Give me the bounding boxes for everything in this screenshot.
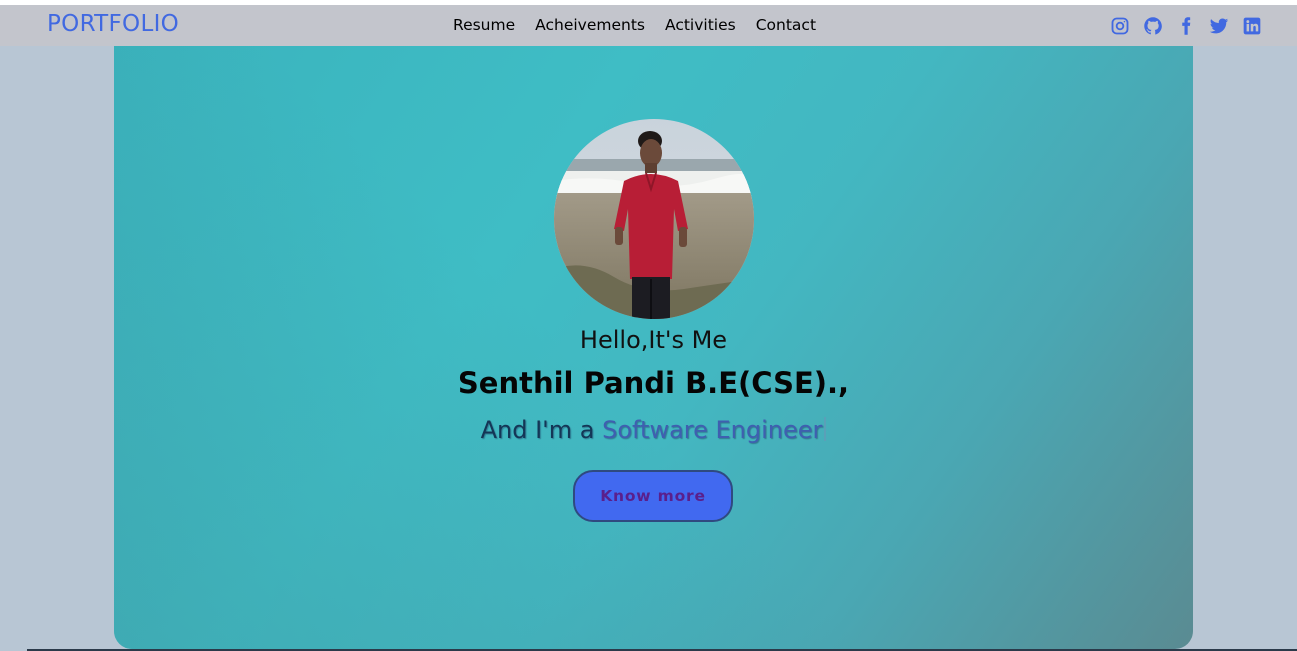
hero-section: Hello,It's Me Senthil Pandi B.E(CSE)., A… <box>114 46 1193 649</box>
role-prefix: And I'm a <box>480 416 603 444</box>
github-icon[interactable] <box>1143 16 1163 36</box>
navbar: PORTFOLIO Resume Acheivements Activities… <box>0 5 1297 46</box>
social-links <box>1110 16 1262 36</box>
linkedin-icon[interactable] <box>1242 16 1262 36</box>
site-logo[interactable]: PORTFOLIO <box>47 11 179 37</box>
hero-role-line: And I'm a Software Engineer <box>114 416 1193 444</box>
typing-cursor <box>824 417 827 441</box>
nav-links: Resume Acheivements Activities Contact <box>453 16 816 34</box>
hero-name: Senthil Pandi B.E(CSE)., <box>457 366 850 400</box>
nav-link-resume[interactable]: Resume <box>453 16 515 34</box>
twitter-icon[interactable] <box>1209 16 1229 36</box>
facebook-icon[interactable] <box>1176 16 1196 36</box>
hero-greeting: Hello,It's Me <box>579 326 728 354</box>
nav-link-activities[interactable]: Activities <box>665 16 736 34</box>
instagram-icon[interactable] <box>1110 16 1130 36</box>
profile-photo <box>554 119 754 319</box>
know-more-button[interactable]: Know more <box>573 470 733 522</box>
nav-link-contact[interactable]: Contact <box>756 16 816 34</box>
nav-link-achievements[interactable]: Acheivements <box>535 16 645 34</box>
role-typed-text: Software Engineer <box>602 416 823 444</box>
